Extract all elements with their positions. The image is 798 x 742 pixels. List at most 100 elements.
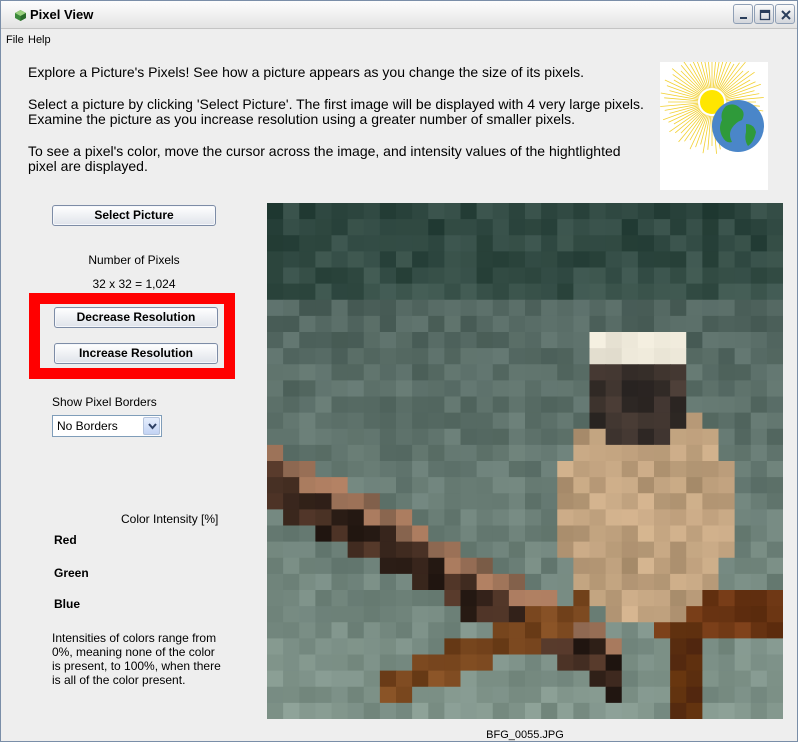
- image-pixel[interactable]: [573, 654, 590, 672]
- image-pixel[interactable]: [605, 283, 623, 301]
- image-pixel[interactable]: [444, 477, 461, 494]
- image-pixel[interactable]: [541, 622, 558, 639]
- image-pixel[interactable]: [718, 686, 736, 704]
- image-pixel[interactable]: [363, 493, 381, 510]
- image-pixel[interactable]: [444, 509, 461, 526]
- image-pixel[interactable]: [702, 702, 719, 719]
- image-pixel[interactable]: [315, 283, 332, 301]
- image-pixel[interactable]: [637, 412, 655, 430]
- image-pixel[interactable]: [396, 412, 413, 430]
- image-pixel[interactable]: [605, 702, 623, 719]
- image-pixel[interactable]: [670, 702, 687, 719]
- image-pixel[interactable]: [750, 251, 768, 268]
- image-pixel[interactable]: [718, 477, 736, 494]
- image-pixel[interactable]: [718, 235, 736, 252]
- image-pixel[interactable]: [363, 219, 381, 236]
- image-pixel[interactable]: [637, 364, 655, 381]
- image-pixel[interactable]: [589, 315, 607, 333]
- image-pixel[interactable]: [508, 332, 526, 349]
- image-pixel[interactable]: [654, 251, 671, 268]
- image-pixel[interactable]: [428, 509, 445, 526]
- image-pixel[interactable]: [363, 444, 381, 462]
- image-pixel[interactable]: [605, 364, 623, 381]
- image-pixel[interactable]: [718, 396, 736, 414]
- image-pixel[interactable]: [347, 283, 365, 301]
- image-pixel[interactable]: [525, 348, 542, 365]
- image-pixel[interactable]: [444, 622, 461, 639]
- image-pixel[interactable]: [686, 380, 703, 397]
- image-pixel[interactable]: [283, 332, 300, 349]
- image-pixel[interactable]: [557, 493, 574, 510]
- image-pixel[interactable]: [670, 573, 687, 591]
- image-pixel[interactable]: [315, 622, 332, 639]
- image-pixel[interactable]: [492, 332, 510, 349]
- image-pixel[interactable]: [508, 283, 526, 301]
- image-pixel[interactable]: [299, 638, 316, 655]
- image-pixel[interactable]: [702, 396, 719, 414]
- image-pixel[interactable]: [589, 606, 607, 623]
- image-pixel[interactable]: [492, 444, 510, 462]
- image-pixel[interactable]: [508, 267, 526, 285]
- image-pixel[interactable]: [396, 267, 413, 285]
- image-pixel[interactable]: [444, 493, 461, 510]
- image-pixel[interactable]: [734, 203, 752, 220]
- image-pixel[interactable]: [299, 412, 316, 430]
- image-pixel[interactable]: [621, 283, 639, 301]
- image-pixel[interactable]: [299, 461, 316, 478]
- image-pixel[interactable]: [283, 444, 300, 462]
- image-pixel[interactable]: [686, 477, 703, 494]
- image-pixel[interactable]: [299, 219, 316, 236]
- image-pixel[interactable]: [766, 364, 783, 381]
- image-pixel[interactable]: [654, 332, 671, 349]
- image-pixel[interactable]: [476, 606, 494, 623]
- image-pixel[interactable]: [508, 622, 526, 639]
- image-pixel[interactable]: [637, 590, 655, 607]
- image-pixel[interactable]: [412, 299, 429, 317]
- image-pixel[interactable]: [734, 606, 752, 623]
- image-pixel[interactable]: [557, 509, 574, 526]
- image-pixel[interactable]: [718, 573, 736, 591]
- image-pixel[interactable]: [508, 493, 526, 510]
- image-pixel[interactable]: [267, 702, 284, 719]
- image-pixel[interactable]: [315, 557, 332, 575]
- image-pixel[interactable]: [460, 267, 478, 285]
- image-pixel[interactable]: [476, 203, 494, 220]
- image-pixel[interactable]: [396, 332, 413, 349]
- image-pixel[interactable]: [299, 299, 316, 317]
- image-pixel[interactable]: [557, 251, 574, 268]
- image-pixel[interactable]: [331, 622, 349, 639]
- image-pixel[interactable]: [347, 638, 365, 655]
- image-pixel[interactable]: [718, 557, 736, 575]
- image-pixel[interactable]: [621, 686, 639, 704]
- image-pixel[interactable]: [702, 509, 719, 526]
- image-pixel[interactable]: [460, 573, 478, 591]
- image-pixel[interactable]: [412, 622, 429, 639]
- image-pixel[interactable]: [267, 299, 284, 317]
- image-pixel[interactable]: [621, 315, 639, 333]
- image-pixel[interactable]: [637, 686, 655, 704]
- image-pixel[interactable]: [557, 203, 574, 220]
- image-pixel[interactable]: [299, 590, 316, 607]
- image-pixel[interactable]: [718, 428, 736, 446]
- image-pixel[interactable]: [573, 348, 590, 365]
- image-pixel[interactable]: [686, 235, 703, 252]
- image-pixel[interactable]: [508, 670, 526, 688]
- image-pixel[interactable]: [508, 477, 526, 494]
- image-pixel[interactable]: [525, 493, 542, 510]
- image-pixel[interactable]: [766, 477, 783, 494]
- image-pixel[interactable]: [670, 509, 687, 526]
- image-pixel[interactable]: [428, 686, 445, 704]
- image-pixel[interactable]: [347, 315, 365, 333]
- image-pixel[interactable]: [702, 461, 719, 478]
- image-pixel[interactable]: [573, 267, 590, 285]
- image-pixel[interactable]: [621, 203, 639, 220]
- image-pixel[interactable]: [557, 638, 574, 655]
- image-pixel[interactable]: [718, 525, 736, 543]
- image-pixel[interactable]: [734, 477, 752, 494]
- image-pixel[interactable]: [428, 590, 445, 607]
- image-pixel[interactable]: [396, 428, 413, 446]
- image-pixel[interactable]: [476, 509, 494, 526]
- image-pixel[interactable]: [573, 235, 590, 252]
- image-pixel[interactable]: [525, 380, 542, 397]
- image-pixel[interactable]: [331, 251, 349, 268]
